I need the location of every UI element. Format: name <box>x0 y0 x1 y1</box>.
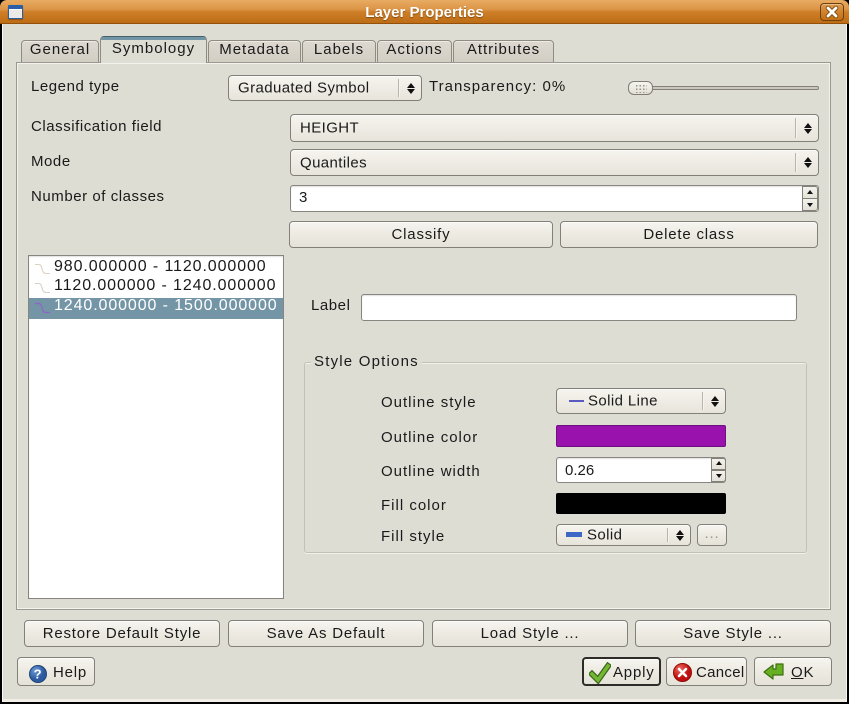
svg-text:?: ? <box>34 667 43 682</box>
